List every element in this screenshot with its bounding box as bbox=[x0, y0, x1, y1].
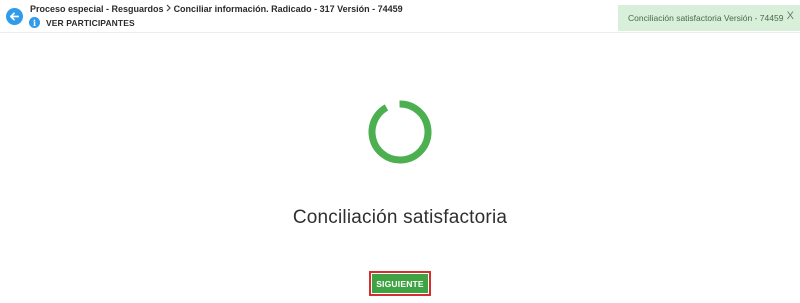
breadcrumb-item-current: Conciliar información. Radicado - 317 Ve… bbox=[173, 4, 403, 14]
info-icon: i bbox=[29, 17, 40, 28]
view-participants-link[interactable]: i VER PARTICIPANTES bbox=[29, 17, 135, 28]
loading-spinner-icon bbox=[368, 100, 432, 164]
toast-close-button[interactable]: X bbox=[787, 10, 794, 22]
header-divider bbox=[0, 32, 800, 33]
breadcrumb: Proceso especial - Resguardos Conciliar … bbox=[30, 4, 403, 15]
breadcrumb-item-process[interactable]: Proceso especial - Resguardos bbox=[30, 4, 164, 15]
toast-message: Conciliación satisfactoria Versión - 744… bbox=[628, 13, 784, 23]
arrow-left-icon bbox=[10, 12, 19, 21]
success-toast: Conciliación satisfactoria Versión - 744… bbox=[618, 5, 800, 31]
next-button-highlight: SIGUIENTE bbox=[369, 271, 431, 296]
back-button[interactable] bbox=[6, 8, 23, 25]
chevron-right-icon bbox=[164, 4, 174, 15]
view-participants-label: VER PARTICIPANTES bbox=[46, 17, 135, 28]
next-button[interactable]: SIGUIENTE bbox=[372, 274, 428, 293]
page-title: Conciliación satisfactoria bbox=[292, 207, 508, 228]
page: Proceso especial - Resguardos Conciliar … bbox=[0, 0, 800, 303]
